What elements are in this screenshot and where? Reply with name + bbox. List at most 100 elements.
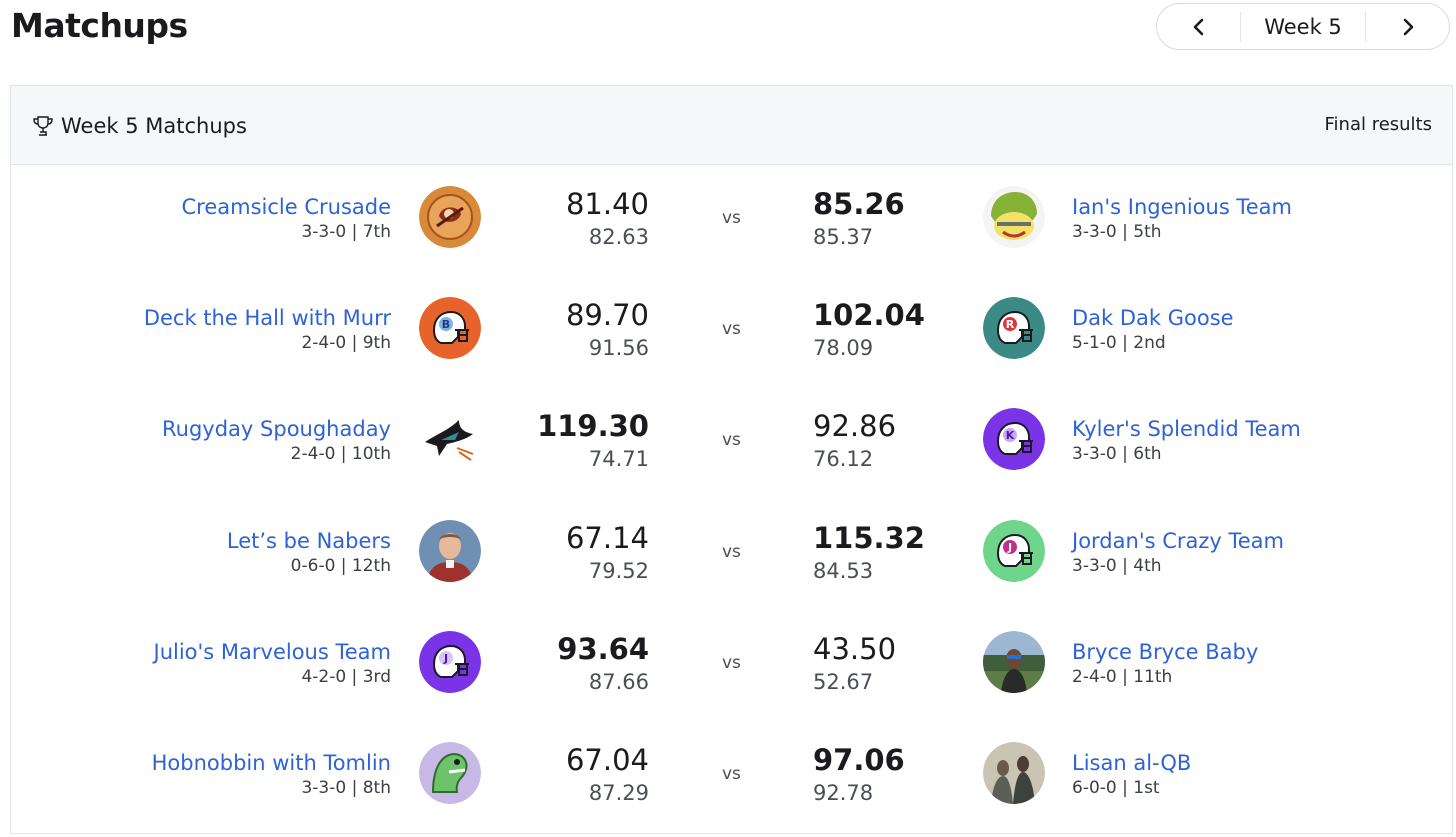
team-avatar[interactable]: K bbox=[983, 408, 1045, 470]
vs-label: vs bbox=[722, 764, 741, 784]
team-record: 2-4-0 | 10th bbox=[290, 444, 391, 464]
team-name-link[interactable]: Deck the Hall with Murr bbox=[144, 305, 391, 331]
team-avatar[interactable] bbox=[983, 742, 1045, 804]
team-avatar[interactable]: J bbox=[983, 520, 1045, 582]
matchup-row[interactable]: Let’s be Nabers 0-6-0 | 12th 67.14 79.52… bbox=[11, 498, 1452, 609]
score-block-right: 97.06 92.78 bbox=[813, 742, 905, 808]
projected-score: 52.67 bbox=[813, 670, 874, 694]
team-name-link[interactable]: Julio's Marvelous Team bbox=[154, 639, 392, 665]
svg-text:B: B bbox=[442, 318, 450, 331]
team-record: 3-3-0 | 4th bbox=[1072, 556, 1162, 576]
team-score: 119.30 bbox=[537, 409, 649, 443]
team-info-left: Let’s be Nabers 0-6-0 | 12th bbox=[227, 528, 391, 578]
team-info-right: Bryce Bryce Baby 2-4-0 | 11th bbox=[1072, 639, 1258, 689]
team-avatar[interactable] bbox=[419, 408, 481, 470]
team-name-link[interactable]: Kyler's Splendid Team bbox=[1072, 416, 1301, 442]
projected-score: 79.52 bbox=[588, 559, 649, 583]
panel-title: Week 5 Matchups bbox=[61, 114, 247, 138]
team-avatar[interactable] bbox=[419, 520, 481, 582]
team-name-link[interactable]: Lisan al-QB bbox=[1072, 750, 1191, 776]
team-info-right: Dak Dak Goose 5-1-0 | 2nd bbox=[1072, 305, 1234, 355]
chevron-right-icon bbox=[1403, 18, 1413, 35]
team-name-link[interactable]: Let’s be Nabers bbox=[227, 528, 391, 554]
prev-week-button[interactable] bbox=[1157, 4, 1240, 49]
team-avatar[interactable] bbox=[419, 186, 481, 248]
vs-label: vs bbox=[722, 319, 741, 339]
team-score: 92.86 bbox=[813, 409, 897, 443]
team-info-left: Rugyday Spoughaday 2-4-0 | 10th bbox=[162, 416, 391, 466]
team-score: 115.32 bbox=[813, 521, 925, 555]
team-info-left: Deck the Hall with Murr 2-4-0 | 9th bbox=[144, 305, 391, 355]
team-score: 85.26 bbox=[813, 187, 905, 221]
projected-score: 87.66 bbox=[588, 670, 649, 694]
score-block-left: 67.14 79.52 bbox=[566, 520, 649, 586]
team-info-left: Hobnobbin with Tomlin 3-3-0 | 8th bbox=[152, 750, 391, 800]
week-selector: Week 5 bbox=[1156, 3, 1450, 50]
score-block-left: 67.04 87.29 bbox=[566, 742, 649, 808]
team-name-link[interactable]: Bryce Bryce Baby bbox=[1072, 639, 1258, 665]
team-score: 93.64 bbox=[557, 632, 649, 666]
matchup-row[interactable]: Hobnobbin with Tomlin 3-3-0 | 8th 67.04 … bbox=[11, 720, 1452, 831]
vs-label: vs bbox=[722, 653, 741, 673]
trophy-icon bbox=[33, 116, 53, 136]
team-record: 3-3-0 | 5th bbox=[1072, 222, 1162, 242]
team-info-right: Kyler's Splendid Team 3-3-0 | 6th bbox=[1072, 416, 1301, 466]
projected-score: 85.37 bbox=[813, 225, 874, 249]
projected-score: 74.71 bbox=[588, 447, 649, 471]
score-block-left: 119.30 74.71 bbox=[537, 408, 649, 474]
week-label: Week 5 bbox=[1264, 14, 1342, 39]
score-block-right: 85.26 85.37 bbox=[813, 186, 905, 252]
team-score: 67.14 bbox=[565, 521, 649, 555]
score-block-left: 93.64 87.66 bbox=[557, 631, 649, 697]
team-avatar[interactable]: R bbox=[983, 297, 1045, 359]
page-title: Matchups bbox=[11, 6, 188, 45]
matchup-row[interactable]: Julio's Marvelous Team 4-2-0 | 3rd J 93.… bbox=[11, 609, 1452, 720]
chevron-left-icon bbox=[1193, 18, 1203, 35]
score-block-right: 115.32 84.53 bbox=[813, 520, 925, 586]
vs-label: vs bbox=[722, 542, 741, 562]
team-record: 3-3-0 | 8th bbox=[301, 778, 391, 798]
score-block-right: 43.50 52.67 bbox=[813, 631, 896, 697]
team-info-right: Ian's Ingenious Team 3-3-0 | 5th bbox=[1072, 194, 1292, 244]
team-score: 97.06 bbox=[813, 743, 905, 777]
team-name-link[interactable]: Hobnobbin with Tomlin bbox=[152, 750, 391, 776]
panel-header: Week 5 Matchups Final results bbox=[11, 86, 1452, 165]
team-record: 2-4-0 | 9th bbox=[301, 333, 391, 353]
matchup-row[interactable]: Creamsicle Crusade 3-3-0 | 7th 81.40 82.… bbox=[11, 164, 1452, 275]
vs-label: vs bbox=[722, 208, 741, 228]
svg-text:K: K bbox=[1006, 429, 1015, 442]
score-block-left: 81.40 82.63 bbox=[566, 186, 649, 252]
team-score: 67.04 bbox=[565, 743, 649, 777]
team-name-link[interactable]: Jordan's Crazy Team bbox=[1072, 528, 1284, 554]
team-avatar[interactable] bbox=[983, 186, 1045, 248]
matchup-row[interactable]: Rugyday Spoughaday 2-4-0 | 10th 119.30 7… bbox=[11, 386, 1452, 497]
svg-text:J: J bbox=[1007, 541, 1012, 554]
team-avatar[interactable] bbox=[983, 631, 1045, 693]
vs-label: vs bbox=[722, 430, 741, 450]
team-name-link[interactable]: Creamsicle Crusade bbox=[182, 194, 392, 220]
score-block-right: 102.04 78.09 bbox=[813, 297, 925, 363]
projected-score: 84.53 bbox=[813, 559, 874, 583]
team-name-link[interactable]: Dak Dak Goose bbox=[1072, 305, 1234, 331]
projected-score: 78.09 bbox=[813, 336, 874, 360]
team-info-right: Lisan al-QB 6-0-0 | 1st bbox=[1072, 750, 1191, 800]
svg-text:J: J bbox=[443, 652, 448, 665]
projected-score: 92.78 bbox=[813, 781, 874, 805]
team-avatar[interactable] bbox=[419, 742, 481, 804]
projected-score: 76.12 bbox=[813, 447, 874, 471]
team-info-left: Julio's Marvelous Team 4-2-0 | 3rd bbox=[154, 639, 392, 689]
team-name-link[interactable]: Rugyday Spoughaday bbox=[162, 416, 391, 442]
team-record: 5-1-0 | 2nd bbox=[1072, 333, 1166, 353]
team-info-left: Creamsicle Crusade 3-3-0 | 7th bbox=[182, 194, 392, 244]
team-record: 0-6-0 | 12th bbox=[290, 556, 391, 576]
next-week-button[interactable] bbox=[1366, 4, 1449, 49]
team-avatar[interactable]: J bbox=[419, 631, 481, 693]
team-info-right: Jordan's Crazy Team 3-3-0 | 4th bbox=[1072, 528, 1284, 578]
projected-score: 82.63 bbox=[588, 225, 649, 249]
team-name-link[interactable]: Ian's Ingenious Team bbox=[1072, 194, 1292, 220]
team-record: 4-2-0 | 3rd bbox=[301, 667, 391, 687]
matchup-row[interactable]: Deck the Hall with Murr 2-4-0 | 9th B 89… bbox=[11, 275, 1452, 386]
team-avatar[interactable]: B bbox=[419, 297, 481, 359]
final-results-label: Final results bbox=[1324, 114, 1432, 135]
team-record: 3-3-0 | 7th bbox=[301, 222, 391, 242]
